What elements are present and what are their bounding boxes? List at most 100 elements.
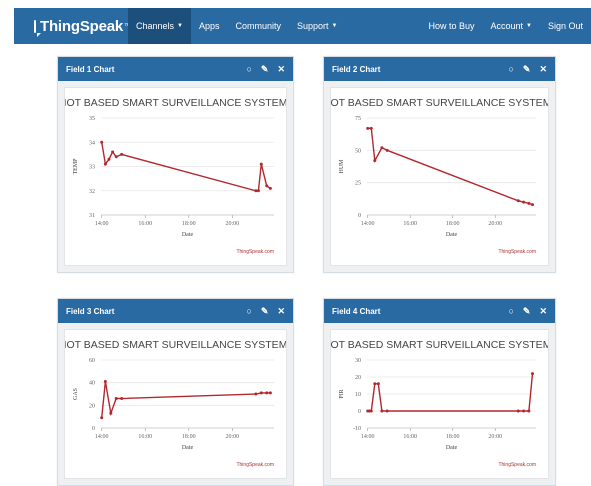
comment-icon[interactable]: ○: [246, 306, 251, 317]
data-point: [380, 409, 384, 413]
chevron-down-icon: ▼: [526, 23, 532, 29]
nav-how-to-buy[interactable]: How to Buy: [420, 8, 482, 44]
close-icon[interactable]: ✕: [277, 64, 285, 75]
nav-community[interactable]: Community: [228, 8, 290, 44]
data-point: [268, 186, 272, 190]
data-point: [373, 159, 377, 163]
y-tick-label: 40: [89, 381, 95, 387]
data-point: [385, 148, 389, 152]
data-point: [114, 155, 118, 159]
chart-svg: IOT BASED SMART SURVEILLANCE SYSTEM 31 32 3…: [65, 97, 286, 255]
close-icon[interactable]: ✕: [539, 64, 547, 75]
data-point: [522, 200, 526, 204]
panel-tools: ○ ✎ ✕: [246, 306, 285, 317]
chart-svg: IOT BASED SMART SURVEILLANCE SYSTEM 0 25 50…: [331, 97, 548, 255]
x-tick-label: 14:00: [361, 221, 375, 227]
chart-title: IOT BASED SMART SURVEILLANCE SYSTEM: [331, 97, 548, 109]
data-point: [259, 391, 263, 395]
panel-title: Field 4 Chart: [332, 306, 381, 316]
x-tick-label: 18:00: [446, 434, 460, 440]
x-tick-label: 18:00: [182, 221, 196, 227]
data-point: [268, 391, 272, 395]
brand-logo[interactable]: ThingSpeak™: [14, 18, 131, 37]
chart-credit: ThingSpeak.com: [498, 249, 536, 255]
chart-title: IOT BASED SMART SURVEILLANCE SYSTEM: [65, 339, 286, 351]
data-point: [530, 203, 534, 207]
line-chart: IOT BASED SMART SURVEILLANCE SYSTEM -10 0 1…: [330, 329, 549, 479]
close-icon[interactable]: ✕: [277, 306, 285, 317]
y-tick-label: 60: [89, 358, 95, 364]
comment-icon[interactable]: ○: [246, 64, 251, 75]
close-icon[interactable]: ✕: [539, 306, 547, 317]
pencil-icon[interactable]: ✎: [261, 306, 269, 317]
nav-how-to-buy-label: How to Buy: [428, 21, 475, 31]
data-point: [516, 199, 520, 203]
data-point: [100, 140, 104, 144]
x-axis-label: Date: [446, 232, 458, 238]
y-axis-label: PIR: [339, 389, 345, 398]
y-tick-label: 34: [89, 140, 95, 146]
x-tick-label: 16:00: [138, 221, 152, 227]
data-point: [369, 126, 373, 130]
y-tick-label: 20: [89, 403, 95, 409]
y-tick-label: 32: [89, 189, 95, 195]
y-tick-label: -10: [353, 426, 361, 432]
chart-title: IOT BASED SMART SURVEILLANCE SYSTEM: [65, 97, 286, 109]
y-tick-label: 30: [355, 358, 361, 364]
nav-channels[interactable]: Channels ▼: [128, 8, 191, 44]
data-point: [259, 162, 263, 166]
data-point: [385, 409, 389, 413]
data-point: [522, 409, 526, 413]
nav-channels-label: Channels: [136, 21, 175, 31]
data-point: [265, 184, 269, 188]
field-1-chart-panel: Field 1 Chart ○ ✎ ✕ IOT BASED SMART SURV…: [57, 56, 294, 273]
y-axis-label: HUM: [339, 159, 345, 174]
data-point: [516, 409, 520, 413]
data-point: [527, 201, 531, 205]
page: ThingSpeak™ Channels▼ Apps Community Sup…: [0, 0, 591, 486]
nav-apps-label: Apps: [198, 21, 220, 31]
nav-support[interactable]: Support ▼: [289, 8, 345, 44]
data-point: [265, 391, 269, 395]
panel-body: IOT BASED SMART SURVEILLANCE SYSTEM 0 20 40…: [58, 323, 293, 485]
chevron-down-icon: ▼: [177, 23, 183, 29]
panel-tools: ○ ✎ ✕: [508, 64, 547, 75]
x-tick-label: 14:00: [361, 434, 375, 440]
data-point: [373, 382, 377, 386]
y-tick-label: 75: [355, 116, 361, 122]
x-tick-label: 20:00: [225, 221, 239, 227]
data-point: [107, 157, 111, 161]
panel-body: IOT BASED SMART SURVEILLANCE SYSTEM 0 25 50…: [324, 81, 555, 272]
chart-svg: IOT BASED SMART SURVEILLANCE SYSTEM 0 20 40…: [65, 339, 286, 468]
nav-account[interactable]: Account ▼: [482, 8, 539, 44]
comment-icon[interactable]: ○: [508, 306, 513, 317]
x-axis-label: Date: [446, 445, 458, 451]
data-point: [103, 380, 107, 384]
data-point: [111, 150, 115, 154]
x-tick-label: 18:00: [446, 221, 460, 227]
nav-apps[interactable]: Apps: [191, 8, 228, 44]
panel-title: Field 2 Chart: [332, 64, 381, 74]
pencil-icon[interactable]: ✎: [261, 64, 269, 75]
series-line: [101, 381, 271, 418]
nav-sign-out[interactable]: Sign Out: [540, 8, 591, 44]
y-tick-label: 31: [89, 213, 95, 219]
data-point: [120, 397, 124, 401]
panel-tools: ○ ✎ ✕: [246, 64, 285, 75]
y-tick-label: 20: [355, 375, 361, 381]
y-tick-label: 0: [358, 409, 361, 415]
pencil-icon[interactable]: ✎: [523, 306, 531, 317]
line-chart: IOT BASED SMART SURVEILLANCE SYSTEM 31 32 3…: [64, 87, 287, 266]
y-tick-label: 33: [89, 165, 95, 171]
y-tick-label: 50: [355, 148, 361, 154]
data-point: [103, 162, 107, 166]
data-point: [380, 146, 384, 150]
chart-title: IOT BASED SMART SURVEILLANCE SYSTEM: [331, 339, 548, 351]
comment-icon[interactable]: ○: [508, 64, 513, 75]
chevron-down-icon: ▼: [331, 23, 338, 29]
data-point: [109, 411, 113, 415]
pencil-icon[interactable]: ✎: [523, 64, 531, 75]
series-line: [367, 373, 534, 412]
chart-svg: IOT BASED SMART SURVEILLANCE SYSTEM -10 0 1…: [331, 339, 548, 468]
line-chart: IOT BASED SMART SURVEILLANCE SYSTEM 0 20 40…: [64, 329, 287, 479]
